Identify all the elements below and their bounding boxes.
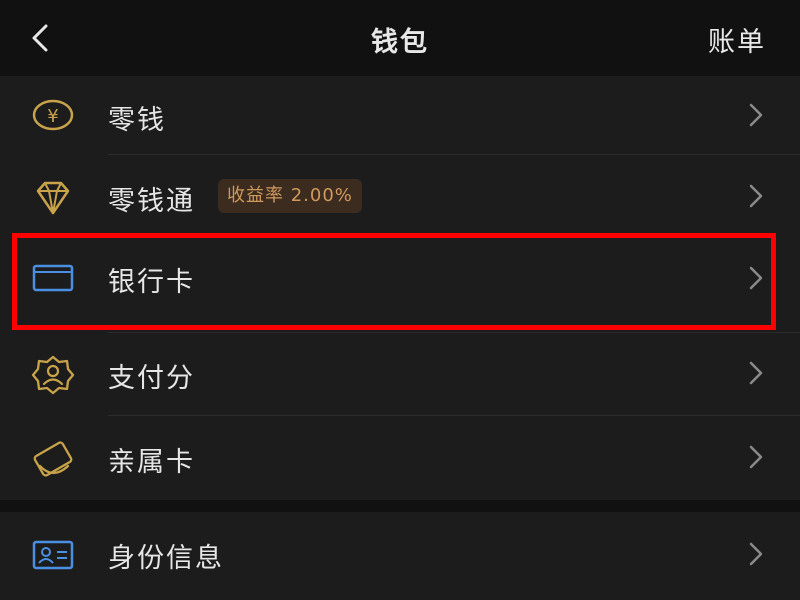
chevron-right-icon [746, 541, 766, 567]
menu-item-label: 支付分 [108, 363, 195, 394]
svg-text:¥: ¥ [47, 106, 58, 127]
header-bar: 钱包 账单 [0, 0, 800, 76]
menu-item-label: 亲属卡 [108, 447, 195, 478]
bank-card-icon [30, 256, 76, 302]
chevron-right-icon [746, 360, 766, 386]
menu-item-change-plus[interactable]: 零钱通 收益率 2.00% [0, 155, 800, 237]
yield-rate-badge: 收益率 2.00% [218, 179, 362, 213]
menu-item-family-card[interactable]: 亲属卡 [0, 416, 800, 500]
menu-item-pay-score[interactable]: 支付分 [0, 333, 800, 415]
page-title: 钱包 [371, 27, 429, 58]
menu-item-change[interactable]: ¥ 零钱 [0, 76, 800, 154]
yuan-coin-icon: ¥ [30, 92, 76, 138]
id-card-icon [30, 532, 76, 578]
menu-item-bank-card[interactable]: 银行卡 [0, 238, 800, 320]
menu-item-label: 银行卡 [108, 267, 195, 298]
diamond-icon [30, 175, 76, 221]
wallet-menu-group: ¥ 零钱 零钱通 收益率 2.00% 银行卡 支付分 亲属卡 [0, 76, 800, 500]
menu-item-identity-info[interactable]: 身份信息 [0, 512, 800, 600]
menu-item-label: 身份信息 [108, 543, 224, 574]
identity-menu-group: 身份信息 [0, 512, 800, 600]
score-badge-icon [30, 353, 76, 399]
wallet-screen: 钱包 账单 ¥ 零钱 零钱通 收益率 2.00% 银行卡 支付分 亲属卡 身份信… [0, 0, 800, 600]
menu-item-label: 零钱 [108, 105, 166, 136]
menu-item-label: 零钱通 [108, 186, 195, 217]
chevron-right-icon [746, 183, 766, 209]
bill-button[interactable]: 账单 [708, 20, 766, 59]
chevron-right-icon [746, 444, 766, 470]
back-button[interactable] [24, 18, 60, 58]
family-card-icon [30, 436, 76, 482]
chevron-right-icon [746, 265, 766, 291]
chevron-right-icon [746, 102, 766, 128]
chevron-left-icon [32, 24, 48, 52]
